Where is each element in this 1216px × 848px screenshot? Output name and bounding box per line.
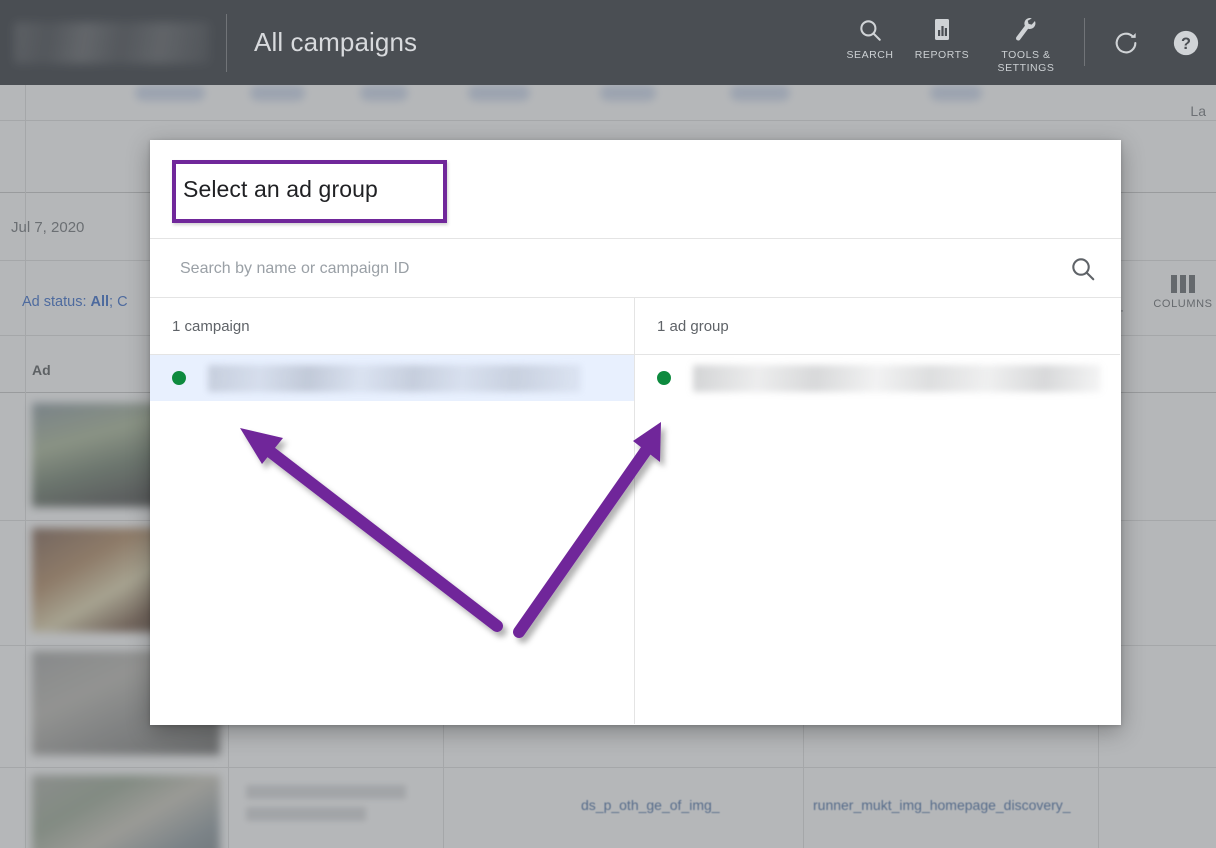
status-dot-enabled	[657, 371, 671, 385]
dialog-header: Select an ad group	[150, 140, 1121, 239]
search-icon[interactable]	[1069, 255, 1097, 283]
header-tools-settings-label: TOOLS &SETTINGS	[983, 49, 1069, 75]
refresh-icon	[1112, 44, 1140, 61]
status-dot-enabled	[172, 371, 186, 385]
header-reports-button[interactable]: REPORTS	[899, 14, 985, 62]
adgroup-column-header: 1 ad group	[635, 298, 1120, 355]
page-title: All campaigns	[254, 27, 417, 58]
wrench-icon	[983, 14, 1069, 46]
campaign-list-item[interactable]	[150, 355, 634, 401]
account-logo	[14, 22, 210, 64]
help-button[interactable]: ?	[1172, 29, 1200, 62]
campaign-column-header: 1 campaign	[150, 298, 634, 355]
dialog-columns: 1 campaign 1 ad group	[150, 298, 1121, 724]
dialog-search-row	[150, 239, 1121, 298]
dialog-title: Select an ad group	[183, 176, 378, 203]
adgroup-name	[693, 365, 1101, 392]
adgroup-column: 1 ad group	[635, 298, 1120, 724]
header-tools-settings-button[interactable]: TOOLS &SETTINGS	[983, 14, 1069, 75]
help-icon: ?	[1172, 44, 1200, 61]
search-input[interactable]	[180, 239, 1040, 298]
campaign-column: 1 campaign	[150, 298, 635, 724]
header-reports-label: REPORTS	[899, 49, 985, 62]
svg-text:?: ?	[1181, 35, 1191, 53]
header-divider	[226, 14, 227, 72]
reports-icon	[899, 14, 985, 46]
select-ad-group-dialog: Select an ad group 1 campaign 1 ad group	[150, 140, 1121, 725]
adgroup-list-item[interactable]	[635, 355, 1120, 401]
campaign-name	[208, 365, 581, 392]
screenshot-root: La Jul 7, 2020 Ad status: All; C Ad NT C…	[0, 0, 1216, 848]
app-header-bar: All campaigns SEARCH REPORTS	[0, 0, 1216, 85]
refresh-button[interactable]	[1112, 29, 1140, 62]
header-divider-2	[1084, 18, 1085, 66]
